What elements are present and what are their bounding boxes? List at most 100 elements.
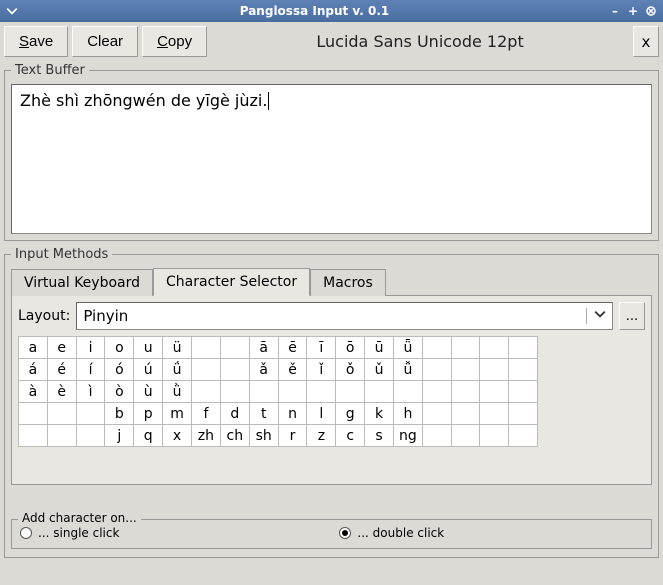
character-selector-panel: Layout: Pinyin ... aeiouüāēīōūǖáéíóúǘǎěǐ… xyxy=(11,295,652,485)
char-cell[interactable]: c xyxy=(336,425,365,447)
char-cell[interactable]: ō xyxy=(336,337,365,359)
text-buffer-input[interactable]: Zhè shì zhōngwén de yīgè jùzi. xyxy=(11,84,652,234)
radio-icon xyxy=(339,527,351,539)
char-cell[interactable]: x xyxy=(163,425,192,447)
char-cell[interactable]: r xyxy=(278,425,307,447)
copy-button[interactable]: Copy xyxy=(142,26,207,57)
char-cell[interactable]: ì xyxy=(76,381,105,403)
char-cell[interactable]: ǚ xyxy=(393,359,422,381)
char-cell-empty xyxy=(336,381,365,403)
char-cell[interactable]: ú xyxy=(134,359,163,381)
char-cell[interactable]: n xyxy=(278,403,307,425)
char-cell[interactable]: ā xyxy=(249,337,278,359)
char-cell[interactable]: ǘ xyxy=(163,359,192,381)
layout-select[interactable]: Pinyin xyxy=(76,302,613,330)
char-cell[interactable]: s xyxy=(365,425,394,447)
tab-character-selector[interactable]: Character Selector xyxy=(153,268,310,296)
char-cell-empty xyxy=(220,359,249,381)
char-cell[interactable]: g xyxy=(336,403,365,425)
clear-button[interactable]: Clear xyxy=(72,26,138,57)
char-cell[interactable]: ē xyxy=(278,337,307,359)
char-cell-empty xyxy=(76,403,105,425)
char-cell[interactable]: ǜ xyxy=(163,381,192,403)
minimize-icon[interactable]: – xyxy=(607,3,623,19)
char-cell[interactable]: q xyxy=(134,425,163,447)
panel-close-button[interactable]: x xyxy=(633,26,659,57)
char-cell[interactable]: e xyxy=(47,337,76,359)
char-cell[interactable]: ü xyxy=(163,337,192,359)
char-cell[interactable]: à xyxy=(19,381,48,403)
radio-double-click[interactable]: ... double click xyxy=(339,526,444,540)
char-cell[interactable]: è xyxy=(47,381,76,403)
char-cell[interactable]: o xyxy=(105,337,134,359)
char-cell-empty xyxy=(422,403,451,425)
char-cell[interactable]: d xyxy=(220,403,249,425)
char-cell[interactable]: ǎ xyxy=(249,359,278,381)
char-cell[interactable]: p xyxy=(134,403,163,425)
char-cell[interactable]: í xyxy=(76,359,105,381)
char-cell-empty xyxy=(451,337,480,359)
char-cell-empty xyxy=(480,425,509,447)
char-cell[interactable]: á xyxy=(19,359,48,381)
layout-select-value: Pinyin xyxy=(83,307,586,325)
char-cell[interactable]: é xyxy=(47,359,76,381)
chevron-down-icon xyxy=(586,308,606,324)
save-button[interactable]: Save xyxy=(4,26,68,57)
char-cell-empty xyxy=(422,337,451,359)
input-method-tabs: Virtual Keyboard Character Selector Macr… xyxy=(11,268,652,296)
window-menu-icon[interactable] xyxy=(4,3,20,19)
tab-virtual-keyboard[interactable]: Virtual Keyboard xyxy=(11,269,153,296)
char-cell-empty xyxy=(47,425,76,447)
char-cell[interactable]: ě xyxy=(278,359,307,381)
char-cell[interactable]: b xyxy=(105,403,134,425)
char-cell-empty xyxy=(451,403,480,425)
char-cell-empty xyxy=(422,359,451,381)
tab-macros[interactable]: Macros xyxy=(310,269,386,296)
char-cell-empty xyxy=(47,403,76,425)
radio-single-label: ... single click xyxy=(38,526,119,540)
char-cell[interactable]: zh xyxy=(191,425,220,447)
layout-more-button[interactable]: ... xyxy=(619,302,645,330)
char-cell[interactable]: a xyxy=(19,337,48,359)
char-cell[interactable]: m xyxy=(163,403,192,425)
char-cell[interactable]: ǒ xyxy=(336,359,365,381)
char-cell[interactable]: ǖ xyxy=(393,337,422,359)
char-cell-empty xyxy=(19,403,48,425)
char-cell[interactable]: f xyxy=(191,403,220,425)
char-cell[interactable]: t xyxy=(249,403,278,425)
char-cell-empty xyxy=(191,381,220,403)
add-character-group: Add character on... ... single click ...… xyxy=(11,519,652,549)
char-cell[interactable]: ó xyxy=(105,359,134,381)
char-cell-empty xyxy=(191,359,220,381)
char-cell[interactable]: i xyxy=(76,337,105,359)
char-cell[interactable]: sh xyxy=(249,425,278,447)
radio-single-click[interactable]: ... single click xyxy=(20,526,119,540)
char-cell[interactable]: z xyxy=(307,425,336,447)
char-cell[interactable]: ch xyxy=(220,425,249,447)
char-cell-empty xyxy=(365,381,394,403)
char-cell[interactable]: j xyxy=(105,425,134,447)
char-cell[interactable]: ǐ xyxy=(307,359,336,381)
text-buffer-legend: Text Buffer xyxy=(11,63,89,78)
char-cell[interactable]: ū xyxy=(365,337,394,359)
char-cell-empty xyxy=(393,381,422,403)
char-cell-empty xyxy=(480,337,509,359)
char-cell[interactable]: ù xyxy=(134,381,163,403)
char-cell[interactable]: ò xyxy=(105,381,134,403)
char-cell[interactable]: ǔ xyxy=(365,359,394,381)
radio-double-label: ... double click xyxy=(357,526,444,540)
char-cell-empty xyxy=(249,381,278,403)
char-cell[interactable]: h xyxy=(393,403,422,425)
char-cell[interactable]: l xyxy=(307,403,336,425)
char-cell-empty xyxy=(191,337,220,359)
close-icon[interactable] xyxy=(643,3,659,19)
text-buffer-content: Zhè shì zhōngwén de yīgè jùzi. xyxy=(20,91,267,110)
char-cell[interactable]: u xyxy=(134,337,163,359)
char-cell[interactable]: k xyxy=(365,403,394,425)
input-methods-legend: Input Methods xyxy=(11,247,112,262)
maximize-icon[interactable]: + xyxy=(625,3,641,19)
text-buffer-group: Text Buffer Zhè shì zhōngwén de yīgè jùz… xyxy=(4,63,659,241)
char-cell[interactable]: ng xyxy=(393,425,422,447)
input-methods-group: Input Methods Virtual Keyboard Character… xyxy=(4,247,659,558)
char-cell[interactable]: ī xyxy=(307,337,336,359)
